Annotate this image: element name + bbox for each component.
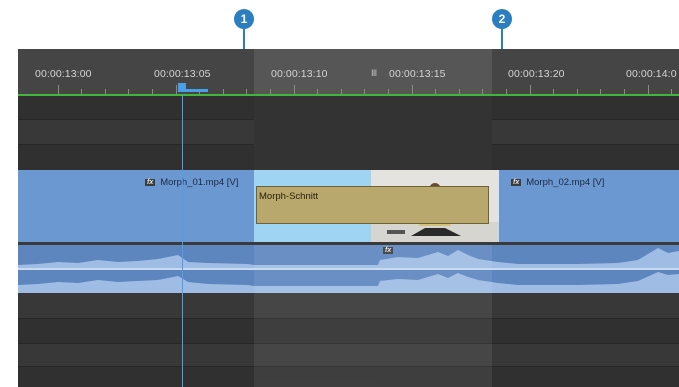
transition-label: Morph-Schnitt [259,191,319,202]
ruler-tick [530,85,531,94]
video-clip-morph-01[interactable]: fx Morph_01.mp4 [V] [18,170,254,242]
timecode-13-00: 00:00:13:00 [35,68,92,80]
timecode-13-15: 00:00:13:15 [389,68,446,80]
playhead-handle[interactable] [178,83,186,92]
timecode-13-10: 00:00:13:10 [271,68,328,80]
audio-selection-overlay [254,270,492,293]
clip-label-morph-02: fx Morph_02.mp4 [V] [511,177,604,188]
callout-2-marker: 2 [492,9,512,29]
ruler-tick [412,85,413,94]
ruler-tick [176,85,177,94]
fx-badge-icon: fx [145,179,156,186]
audio-selection-overlay [254,245,492,268]
timeline-panel: 00:00:13:00 00:00:13:05 00:00:13:10 Ⅲ 00… [18,49,679,387]
callout-1-marker: 1 [234,9,254,29]
clip-name: Morph_01.mp4 [V] [160,177,239,188]
timecode-13-05: 00:00:13:05 [154,68,211,80]
timecode-13-20: 00:00:13:20 [508,68,565,80]
selection-band-upper [254,96,492,170]
time-ruler[interactable]: 00:00:13:00 00:00:13:05 00:00:13:10 Ⅲ 00… [18,49,679,96]
timecode-14-00: 00:00:14:0 [626,68,677,80]
clip-name: Morph_02.mp4 [V] [526,177,605,188]
clip-label-morph-01: fx Morph_01.mp4 [V] [145,177,238,188]
in-out-marker-icon: Ⅲ [371,68,378,78]
ruler-tick [648,85,649,94]
ruler-tick [294,85,295,94]
playhead-line[interactable] [182,95,183,387]
selection-band-lower [254,293,492,387]
video-clip-morph-02[interactable]: fx Morph_02.mp4 [V] [499,170,679,242]
playhead-handle-tail [186,89,208,92]
ruler-tick [58,85,59,94]
fx-badge-icon: fx [511,179,522,186]
